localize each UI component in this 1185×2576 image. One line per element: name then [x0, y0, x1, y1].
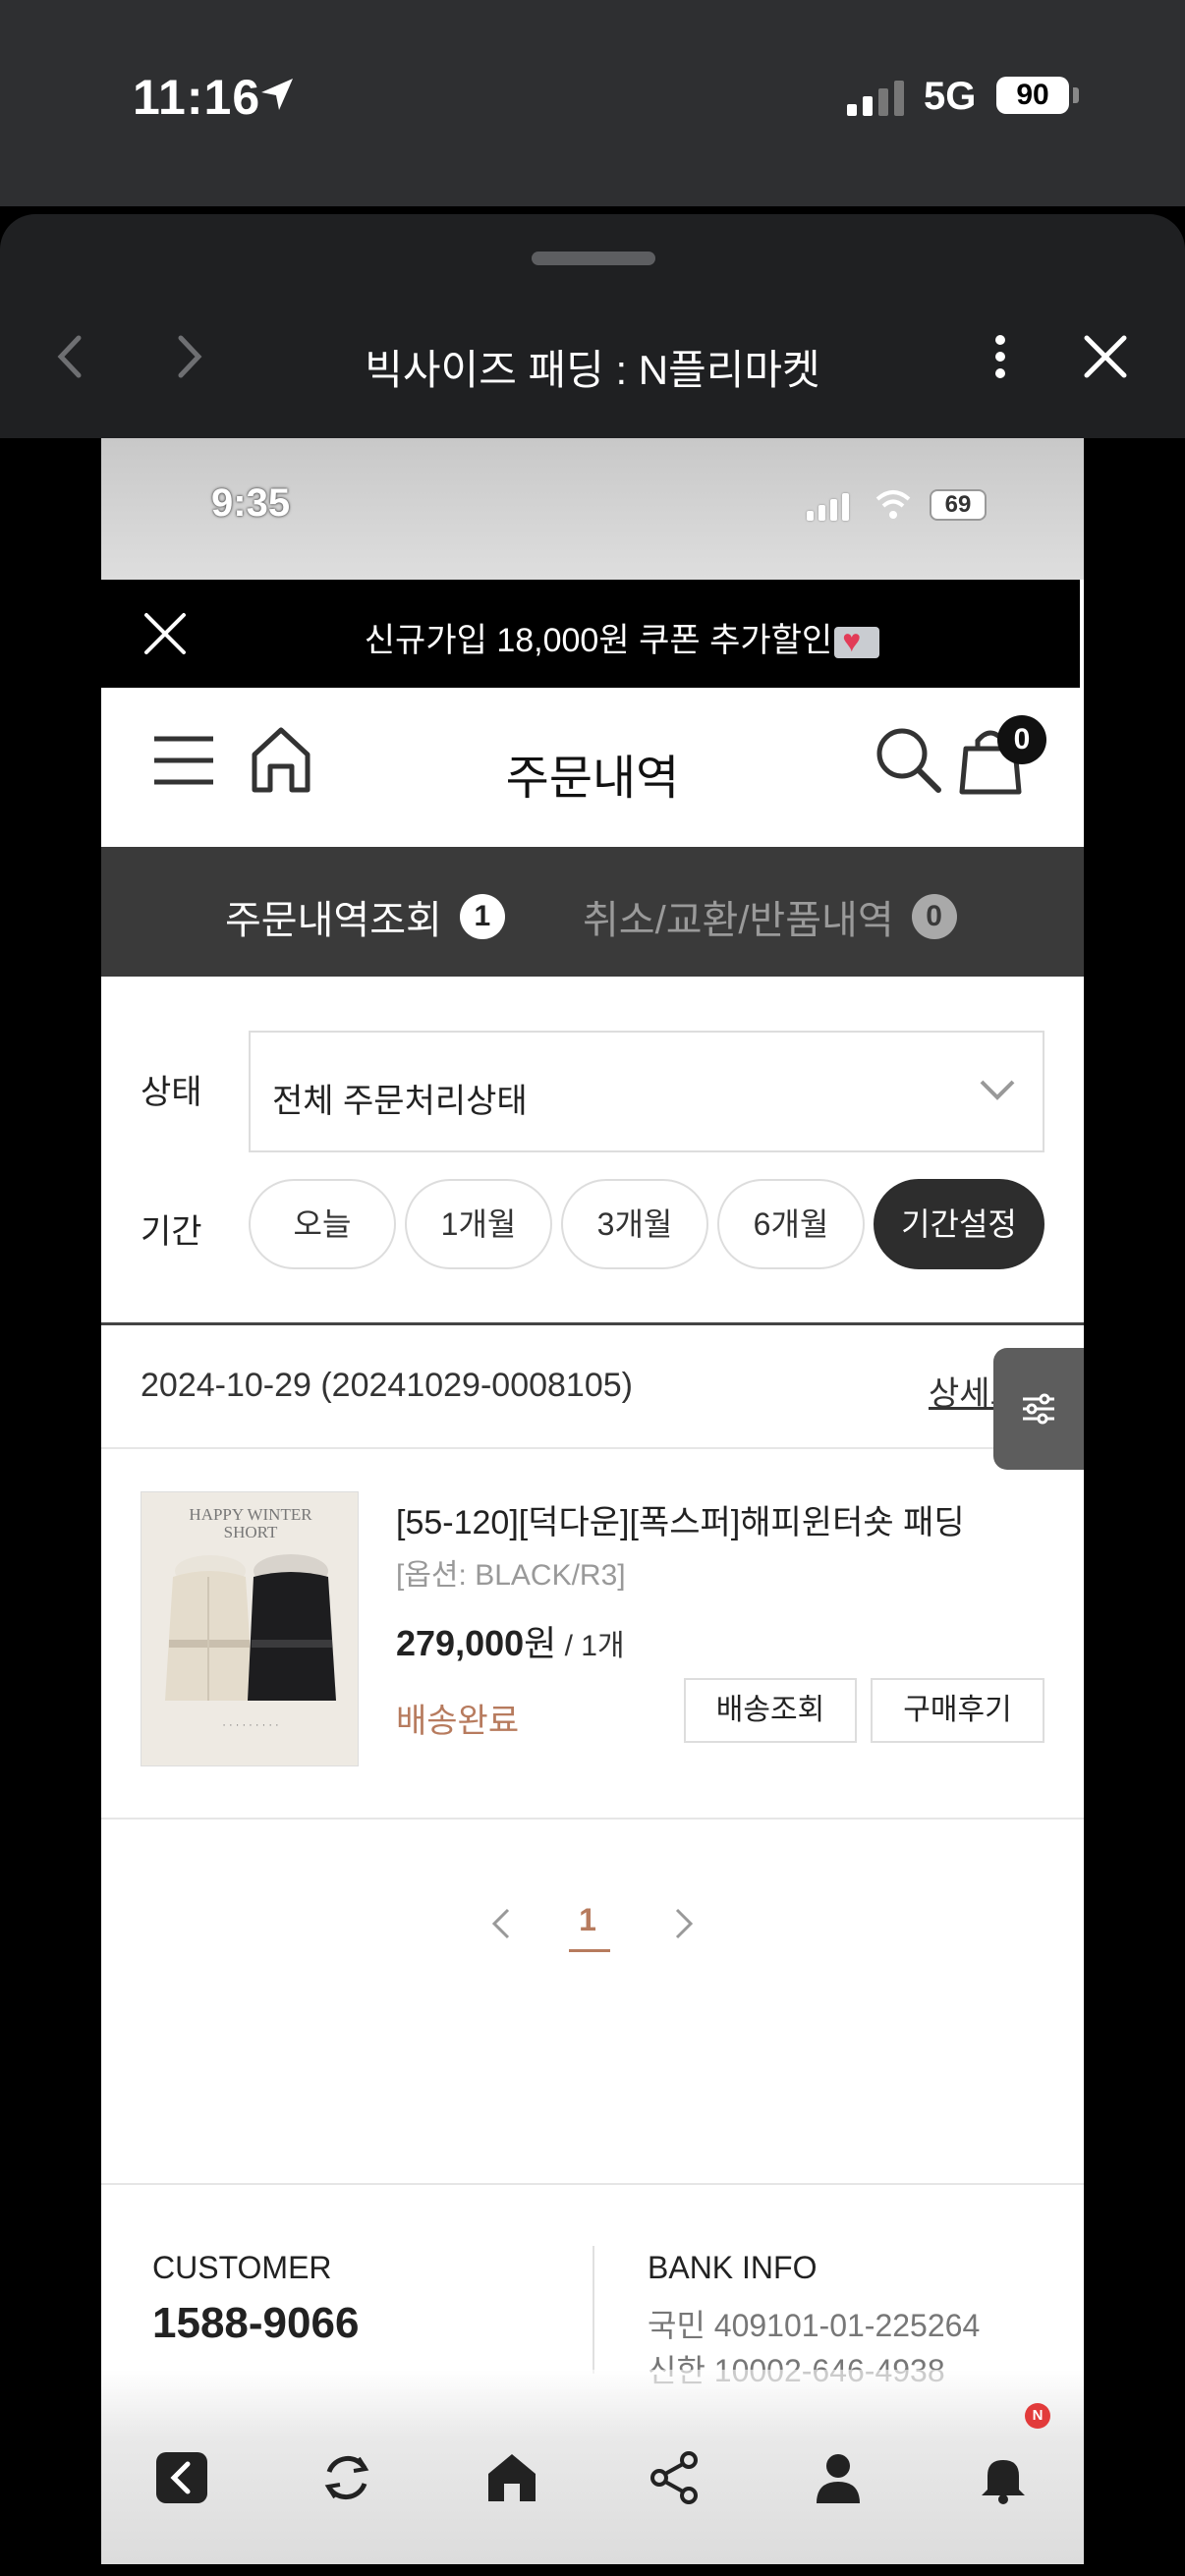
sliders-icon	[1023, 1393, 1054, 1425]
status-select[interactable]: 전체 주문처리상태	[249, 1031, 1044, 1152]
site-header: 주문내역 0	[101, 688, 1084, 847]
refresh-button[interactable]	[317, 2448, 376, 2507]
order-tabs: 주문내역조회 1 취소/교환/반품내역 0	[101, 847, 1084, 977]
battery-indicator: 90	[996, 77, 1069, 114]
tab-cancel-exchange-return[interactable]: 취소/교환/반품내역 0	[583, 888, 957, 945]
sheet-grabber[interactable]	[532, 252, 655, 265]
os-time: 11:16	[133, 70, 261, 125]
period-today-button[interactable]: 오늘	[249, 1179, 396, 1269]
inner-signal-icon	[807, 493, 849, 521]
inner-time: 9:35	[211, 481, 291, 525]
page-title: 주문내역	[505, 753, 680, 805]
status-filter-label: 상태	[141, 1074, 202, 1111]
user-icon	[817, 2454, 860, 2503]
location-arrow-icon	[261, 79, 293, 110]
bell-icon	[982, 2460, 1025, 2504]
footer-vertical-divider	[592, 2246, 594, 2374]
prev-page-icon[interactable]	[486, 1904, 516, 1943]
product-option: [옵션: BLACK/R3]	[396, 1559, 626, 1592]
current-page-number[interactable]: 1	[565, 1902, 610, 1938]
product-name[interactable]: [55-120][덕다운][폭스퍼]해피윈터숏 패딩	[396, 1495, 965, 1543]
promo-close-icon[interactable]	[141, 609, 190, 658]
promo-text: 신규가입 18,000원 쿠폰 추가할인	[199, 613, 1044, 661]
menu-icon[interactable]	[152, 731, 215, 790]
browser-sheet: 빅사이즈 패딩 : N플리마켓	[0, 214, 1185, 438]
notification-badge: N	[1025, 2403, 1050, 2429]
browser-page-title: 빅사이즈 패딩 : N플리마켓	[365, 347, 820, 393]
status-select-value: 전체 주문처리상태	[272, 1083, 528, 1120]
footer-divider	[101, 2183, 1084, 2185]
product-price: 279,000원 / 1개	[396, 1623, 625, 1663]
period-1month-button[interactable]: 1개월	[405, 1179, 552, 1269]
home-icon	[488, 2454, 536, 2501]
app-bottom-bar	[101, 2370, 1084, 2564]
home-button[interactable]	[482, 2448, 541, 2507]
order-date-number: 2024-10-29 (20241029-0008105)	[141, 1367, 633, 1404]
battery-tip	[1073, 87, 1079, 103]
tab-count-badge: 0	[911, 894, 957, 939]
thumbnail-caption: · · · · · · · · ·	[222, 1719, 279, 1731]
refresh-icon	[324, 2455, 369, 2500]
embedded-page: 9:35 69 신규가입 18,000원 쿠폰 추가할인 주문내역 0 주문내역…	[101, 438, 1084, 2564]
order-header: 2024-10-29 (20241029-0008105) 상세보기	[101, 1325, 1084, 1449]
period-3month-button[interactable]: 3개월	[561, 1179, 708, 1269]
inner-battery: 69	[930, 489, 987, 521]
wifi-icon	[875, 490, 911, 519]
home-icon[interactable]	[249, 725, 313, 794]
cart-count-badge: 0	[997, 715, 1046, 764]
customer-label: CUSTOMER	[152, 2250, 332, 2285]
tab-count-badge: 1	[459, 894, 505, 939]
tab-order-history[interactable]: 주문내역조회 1	[225, 888, 505, 945]
order-product-item: HAPPY WINTER SHORT · · · · · · · · · [55-…	[101, 1450, 1084, 1820]
share-icon	[650, 2451, 698, 2504]
notifications-button[interactable]	[974, 2448, 1033, 2507]
inner-status-bar: 9:35 69	[101, 438, 1084, 580]
close-icon[interactable]	[1081, 332, 1130, 381]
share-button[interactable]	[646, 2448, 705, 2507]
profile-button[interactable]	[809, 2448, 868, 2507]
network-type: 5G	[924, 75, 977, 118]
bank-info-label: BANK INFO	[648, 2250, 818, 2285]
forward-arrow-icon[interactable]	[167, 332, 210, 381]
product-thumbnail[interactable]: HAPPY WINTER SHORT · · · · · · · · ·	[141, 1491, 359, 1766]
promo-banner[interactable]: 신규가입 18,000원 쿠폰 추가할인	[101, 580, 1080, 688]
more-options-icon[interactable]	[983, 332, 1018, 381]
period-custom-button[interactable]: 기간설정	[874, 1179, 1044, 1269]
customer-phone[interactable]: 1588-9066	[152, 2299, 359, 2348]
current-page-underline	[569, 1949, 610, 1952]
heart-icon	[834, 623, 880, 659]
bank-account-line: 국민 409101-01-225264	[648, 2308, 981, 2343]
period-filter-label: 기간	[141, 1213, 202, 1251]
pagination: 1	[101, 1882, 1084, 1981]
period-6month-button[interactable]: 6개월	[717, 1179, 865, 1269]
chevron-down-icon	[980, 1080, 1015, 1100]
track-delivery-button[interactable]: 배송조회	[684, 1678, 857, 1743]
thumbnail-title: HAPPY WINTER SHORT	[189, 1505, 312, 1541]
black-coat-image	[248, 1554, 336, 1701]
back-arrow-icon[interactable]	[49, 332, 92, 381]
delivery-status: 배송완료	[396, 1703, 520, 1740]
os-status-bar: 11:16 5G 90	[0, 0, 1185, 206]
back-button[interactable]	[152, 2448, 211, 2507]
write-review-button[interactable]: 구매후기	[871, 1678, 1044, 1743]
next-page-icon[interactable]	[669, 1904, 699, 1943]
back-square-icon	[156, 2452, 207, 2503]
search-icon[interactable]	[874, 725, 942, 794]
cellular-signal-icon	[847, 79, 904, 116]
